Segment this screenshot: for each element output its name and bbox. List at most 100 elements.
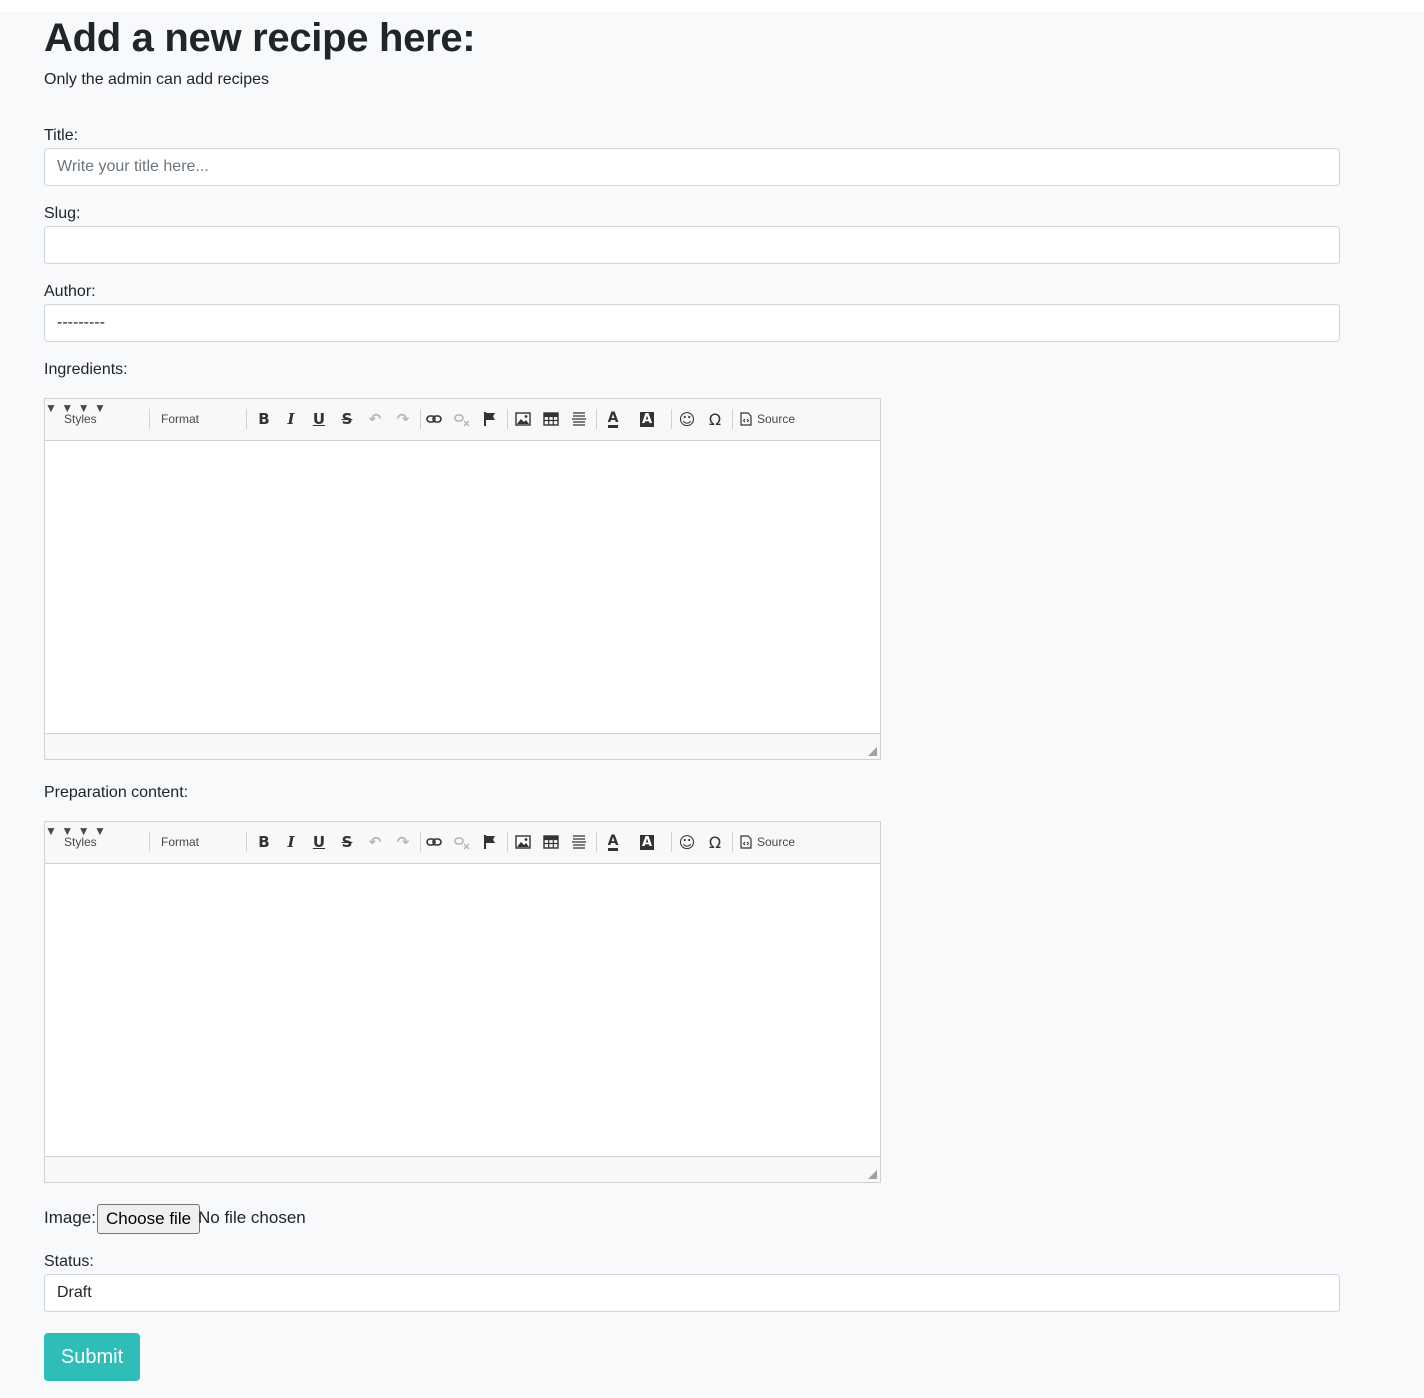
horizontal-line-icon: [572, 835, 586, 849]
toolbar-separator: [420, 409, 421, 429]
bold-button[interactable]: B: [252, 831, 276, 853]
toolbar-separator: [149, 832, 150, 852]
author-select-value: ---------: [57, 314, 105, 331]
redo-button[interactable]: ↷: [391, 408, 415, 430]
table-button[interactable]: [539, 831, 563, 853]
chevron-down-icon: ▼: [45, 401, 57, 415]
image-icon: [515, 412, 531, 426]
image-icon: [515, 835, 531, 849]
horizontal-line-icon: [572, 412, 586, 426]
toolbar-separator: [507, 832, 508, 852]
toolbar-separator: [732, 832, 733, 852]
undo-button[interactable]: ↶: [363, 408, 387, 430]
smiley-button[interactable]: ☺: [675, 831, 699, 853]
special-char-button[interactable]: Ω: [703, 831, 727, 853]
author-select[interactable]: ---------: [44, 304, 1340, 342]
unlink-icon: [454, 837, 470, 850]
bold-icon: B: [258, 410, 270, 428]
table-icon: [543, 412, 559, 426]
horizontal-line-button[interactable]: [567, 831, 591, 853]
underline-button[interactable]: U: [307, 831, 331, 853]
underline-icon: U: [312, 410, 326, 428]
italic-button[interactable]: I: [279, 831, 303, 853]
source-button[interactable]: Source: [740, 831, 795, 853]
title-input[interactable]: [44, 148, 1340, 186]
undo-icon: ↶: [368, 833, 382, 851]
preparation-editor: Styles ▼ Format ▼ B I U S ↶ ↷ A ▼ A ▼ ☺ …: [44, 821, 881, 1183]
special-char-button[interactable]: Ω: [703, 408, 727, 430]
redo-icon: ↷: [396, 833, 410, 851]
image-button[interactable]: [511, 831, 535, 853]
slug-input[interactable]: [44, 226, 1340, 264]
horizontal-line-button[interactable]: [567, 408, 591, 430]
flag-icon: [484, 835, 495, 849]
author-label: Author:: [44, 283, 96, 300]
underline-button[interactable]: U: [307, 408, 331, 430]
background-color-icon: A: [639, 834, 655, 850]
toolbar-separator: [671, 832, 672, 852]
styles-dropdown[interactable]: Styles: [64, 408, 97, 430]
table-button[interactable]: [539, 408, 563, 430]
resize-handle-icon[interactable]: [868, 1170, 877, 1179]
submit-button[interactable]: Submit: [44, 1333, 140, 1381]
image-button[interactable]: [511, 408, 535, 430]
preparation-edit-area[interactable]: [45, 864, 880, 1156]
italic-icon: I: [287, 410, 295, 428]
ingredients-edit-area[interactable]: [45, 441, 880, 733]
link-button[interactable]: [422, 831, 446, 853]
status-select-value: Draft: [57, 1284, 92, 1301]
image-label: Image:: [44, 1208, 96, 1227]
anchor-button[interactable]: [478, 831, 502, 853]
omega-icon: Ω: [708, 409, 722, 429]
strikethrough-button[interactable]: S: [335, 831, 359, 853]
toolbar-separator: [596, 409, 597, 429]
status-select[interactable]: Draft: [44, 1274, 1340, 1312]
unlink-button[interactable]: [450, 408, 474, 430]
format-dropdown[interactable]: Format: [161, 831, 199, 853]
toolbar-separator: [420, 832, 421, 852]
status-label: Status:: [44, 1253, 94, 1270]
choose-file-button[interactable]: Choose file: [97, 1204, 201, 1234]
resize-handle-icon[interactable]: [868, 747, 877, 756]
redo-button[interactable]: ↷: [391, 831, 415, 853]
anchor-button[interactable]: [478, 408, 502, 430]
ingredients-label: Ingredients:: [44, 361, 128, 378]
background-color-button[interactable]: A: [635, 408, 659, 430]
preparation-editor-toolbar: Styles ▼ Format ▼ B I U S ↶ ↷ A ▼ A ▼ ☺ …: [45, 822, 880, 864]
italic-button[interactable]: I: [279, 408, 303, 430]
toolbar-separator: [671, 409, 672, 429]
strikethrough-icon: S: [341, 833, 353, 851]
link-button[interactable]: [422, 408, 446, 430]
format-dropdown[interactable]: Format: [161, 408, 199, 430]
unlink-button[interactable]: [450, 831, 474, 853]
smiley-icon: ☺: [678, 409, 696, 429]
redo-icon: ↷: [396, 410, 410, 428]
background-color-button[interactable]: A: [635, 831, 659, 853]
toolbar-separator: [732, 409, 733, 429]
text-color-icon: A: [607, 409, 619, 428]
link-icon: [426, 838, 442, 846]
page-subtitle: Only the admin can add recipes: [44, 71, 270, 88]
format-dropdown-label: Format: [161, 835, 200, 849]
ingredients-editor-toolbar: Styles ▼ Format ▼ B I U S ↶ ↷ A ▼ A ▼ ☺ …: [45, 399, 880, 441]
text-color-button[interactable]: A: [601, 408, 625, 430]
ingredients-editor: Styles ▼ Format ▼ B I U S ↶ ↷ A ▼ A ▼ ☺ …: [44, 398, 881, 760]
title-label: Title:: [44, 127, 79, 144]
background-color-icon: A: [639, 411, 655, 427]
styles-dropdown-label: Styles: [64, 835, 97, 849]
toolbar-separator: [596, 832, 597, 852]
strikethrough-icon: S: [341, 410, 353, 428]
underline-icon: U: [312, 833, 326, 851]
text-color-button[interactable]: A: [601, 831, 625, 853]
flag-icon: [484, 412, 495, 426]
source-button[interactable]: Source: [740, 408, 795, 430]
undo-button[interactable]: ↶: [363, 831, 387, 853]
slug-label: Slug:: [44, 205, 81, 222]
smiley-button[interactable]: ☺: [675, 408, 699, 430]
styles-dropdown[interactable]: Styles: [64, 831, 97, 853]
bold-button[interactable]: B: [252, 408, 276, 430]
source-button-label: Source: [757, 835, 796, 849]
bold-icon: B: [258, 833, 270, 851]
strikethrough-button[interactable]: S: [335, 408, 359, 430]
toolbar-separator: [149, 409, 150, 429]
